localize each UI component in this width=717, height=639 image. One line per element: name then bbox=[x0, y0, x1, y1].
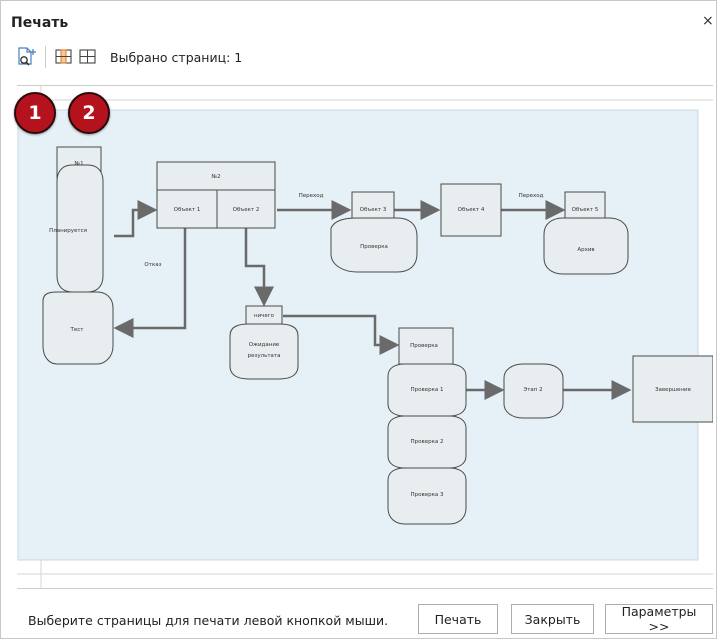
preview-page[interactable]: №1 Планируется Тест Отказ №2 Объект 1 Об… bbox=[17, 86, 714, 588]
node-waiting-2: результата bbox=[248, 353, 281, 359]
zoom-page-button[interactable] bbox=[15, 45, 39, 69]
print-preview-area[interactable]: №1 Планируется Тест Отказ №2 Объект 1 Об… bbox=[17, 85, 714, 589]
node-check-1: Проверка 1 bbox=[410, 387, 443, 393]
node-completion: Завершение bbox=[655, 387, 692, 393]
node-waiting-1: Ожидание bbox=[249, 342, 280, 348]
page-highlight bbox=[17, 109, 699, 561]
node-n1: №1 bbox=[74, 161, 83, 167]
dialog-title: Печать bbox=[11, 15, 69, 31]
label-transition-1: Переход bbox=[299, 193, 324, 199]
print-dialog: Печать × Выбрано страниц: 1 №1 Планирует… bbox=[0, 0, 717, 639]
page-grid-orange-icon bbox=[55, 49, 72, 64]
node-check-3: Проверка 3 bbox=[410, 492, 444, 498]
node-check-2: Проверка 2 bbox=[410, 439, 443, 445]
node-obj3: Объект 3 bbox=[360, 207, 387, 213]
node-check-oval: Проверка bbox=[360, 244, 388, 250]
node-nothing: ничего bbox=[254, 313, 275, 319]
page-zoom-icon bbox=[18, 47, 36, 66]
select-all-pages-button[interactable] bbox=[76, 45, 100, 69]
node-check-box: Проверка bbox=[410, 343, 438, 349]
toolbar-separator bbox=[45, 46, 46, 68]
annotation-badge-2: 2 bbox=[68, 92, 110, 134]
node-test: Тест bbox=[70, 327, 85, 333]
node-planned: Планируется bbox=[49, 228, 87, 234]
footer-hint: Выберите страницы для печати левой кнопк… bbox=[28, 613, 389, 628]
node-n2: №2 bbox=[211, 174, 220, 180]
node-obj5: Объект 5 bbox=[572, 207, 599, 213]
annotation-badge-1: 1 bbox=[14, 92, 56, 134]
page-grid-icon bbox=[79, 49, 96, 64]
selected-pages-count: Выбрано страниц: 1 bbox=[110, 49, 243, 65]
close-button[interactable]: Закрыть bbox=[511, 604, 594, 634]
node-archive: Архив bbox=[577, 247, 594, 253]
parameters-button[interactable]: Параметры >> bbox=[605, 604, 713, 634]
label-transition-2: Переход bbox=[519, 193, 544, 199]
toolbar: Выбрано страниц: 1 bbox=[15, 45, 242, 69]
node-obj1: Объект 1 bbox=[174, 207, 201, 213]
print-button[interactable]: Печать bbox=[418, 604, 498, 634]
node-obj4: Объект 4 bbox=[458, 207, 485, 213]
node-stage-2: Этап 2 bbox=[523, 387, 542, 393]
node-obj2: Объект 2 bbox=[233, 207, 260, 213]
select-page-button[interactable] bbox=[52, 45, 76, 69]
label-refusal: Отказ bbox=[144, 262, 161, 268]
close-icon[interactable]: × bbox=[702, 13, 716, 29]
